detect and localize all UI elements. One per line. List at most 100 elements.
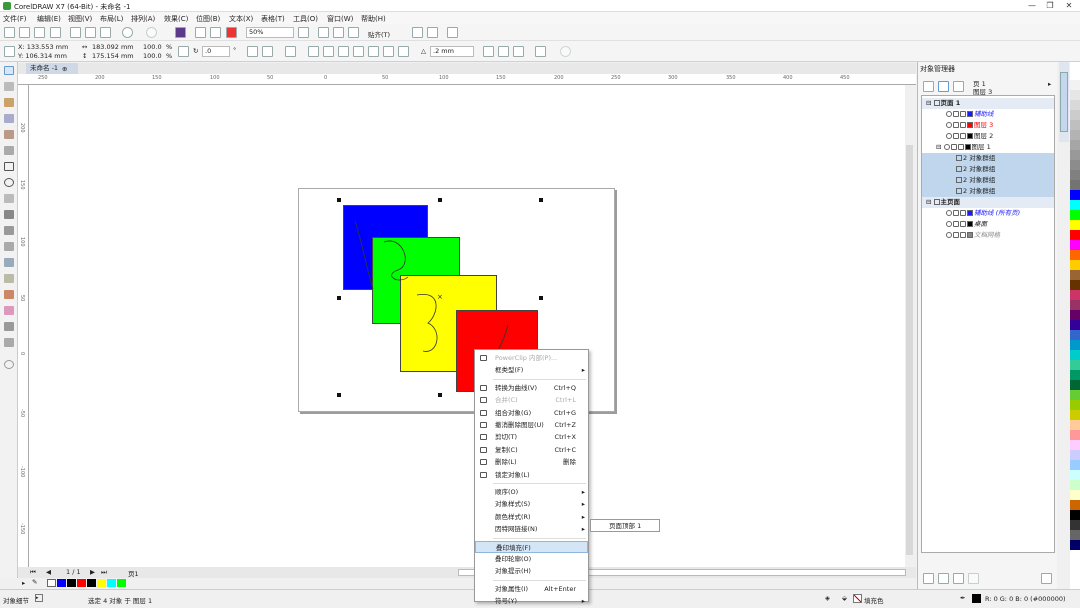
palette-swatch[interactable] [1070,400,1080,410]
tree-layer-row[interactable]: ⊟ 图层 1 [922,142,1054,153]
tree-layer-row[interactable]: 图层 2 [922,131,1054,142]
palette-swatch[interactable] [1070,220,1080,230]
color-eyedropper-tool-icon[interactable] [4,290,14,299]
zoom-level-select[interactable]: 50% [246,27,294,38]
close-button[interactable]: ✕ [1062,1,1076,11]
menu-view[interactable]: 视图(V) [68,14,92,24]
palette-swatch[interactable] [1070,420,1080,430]
selection-handle[interactable] [337,296,341,300]
palette-swatch[interactable] [1070,410,1080,420]
trim-icon[interactable] [383,46,394,57]
add-tab-icon[interactable]: ⊕ [62,65,67,73]
intersect-icon[interactable] [398,46,409,57]
context-menu-item[interactable]: 组合对象(G) Ctrl+G [475,407,588,419]
new-master-layer-all-icon[interactable] [953,573,964,584]
transparency-tool-icon[interactable] [4,274,14,283]
minimize-button[interactable]: — [1025,1,1039,11]
pick-tool-icon[interactable] [4,66,14,75]
expand-icon[interactable]: ⊟ [936,143,944,151]
new-document-icon[interactable] [4,27,15,38]
import-icon[interactable] [195,27,206,38]
print-icon[interactable] [953,221,959,227]
palette-swatch[interactable] [1070,190,1080,200]
eye-icon[interactable] [946,221,952,227]
interactive-fill-tool-icon[interactable] [4,306,14,315]
text-tool-icon[interactable] [4,210,14,219]
eye-icon[interactable] [943,144,950,150]
palette-swatch[interactable] [1070,450,1080,460]
menu-text[interactable]: 文本(X) [229,14,253,24]
menu-effects[interactable]: 效果(C) [164,14,188,24]
eye-icon[interactable] [946,122,952,128]
menu-arrange[interactable]: 排列(A) [131,14,155,24]
palette-arrow-icon[interactable]: ▸ [22,579,25,587]
tree-object-row[interactable]: 2 对象群组 [922,164,1054,175]
palette-swatch[interactable] [1070,210,1080,220]
delete-icon[interactable] [1041,573,1052,584]
restore-button[interactable]: ❐ [1043,1,1057,11]
redo-icon[interactable] [146,27,157,38]
context-menu-item[interactable]: 合并(C) Ctrl+L [475,394,588,406]
next-page-button[interactable]: ▶ [90,568,95,576]
selection-handle[interactable] [337,393,341,397]
width-field[interactable]: 183.092 mm [92,43,134,51]
shape-tool-icon[interactable] [4,82,14,91]
palette-swatch[interactable] [1070,370,1080,380]
ungroup-all-icon[interactable] [338,46,349,57]
print-icon[interactable] [50,27,61,38]
wrap-text-icon[interactable] [535,46,546,57]
convert-to-curves-icon[interactable] [513,46,524,57]
palette-swatch[interactable] [1070,520,1080,530]
new-master-layer-icon[interactable] [938,573,949,584]
lock-ratio-icon[interactable] [178,46,189,57]
menu-bitmaps[interactable]: 位图(B) [196,14,220,24]
group-icon[interactable] [308,46,319,57]
vertical-scrollbar-thumb[interactable] [906,145,913,555]
palette-swatch[interactable] [1070,200,1080,210]
palette-swatch[interactable] [1070,160,1080,170]
palette-swatch[interactable] [1070,280,1080,290]
palette-swatch[interactable] [1070,230,1080,240]
palette-swatch[interactable] [1070,440,1080,450]
to-front-icon[interactable] [483,46,494,57]
app-launcher-icon[interactable] [427,27,438,38]
lock-icon[interactable] [960,210,966,216]
palette-swatch[interactable] [1070,260,1080,270]
palette-swatch[interactable] [1070,340,1080,350]
selection-handle[interactable] [438,393,442,397]
eye-icon[interactable] [946,111,952,117]
context-menu-item[interactable]: 叠印轮廓(O) [475,553,588,565]
outline-pen-tool-icon[interactable] [4,338,14,347]
show-properties-icon[interactable] [923,81,934,92]
palette-swatch[interactable] [1070,170,1080,180]
lock-icon[interactable] [960,122,966,128]
quick-customize-icon[interactable] [560,46,571,57]
options-icon[interactable] [412,27,423,38]
add-tool-icon[interactable] [4,360,14,369]
palette-swatch[interactable] [1070,130,1080,140]
context-menu-item[interactable]: 因特网链接(N) ▸ [475,523,588,535]
expand-icon[interactable]: ⊟ [926,99,934,107]
freehand-tool-icon[interactable] [4,130,14,139]
context-menu-item[interactable]: 复制(C) Ctrl+C [475,444,588,456]
ungroup-icon[interactable] [323,46,334,57]
lock-icon[interactable] [960,111,966,117]
snap-to-dropdown[interactable]: 贴齐(T) [368,29,390,39]
palette-swatch[interactable] [1070,310,1080,320]
rectangle-tool-icon[interactable] [4,162,14,171]
palette-swatch[interactable] [1070,270,1080,280]
palette-swatch[interactable] [1070,490,1080,500]
context-menu-item[interactable]: 框类型(F) ▸ [475,364,588,376]
tree-object-row[interactable]: 2 对象群组 [922,186,1054,197]
paste-icon[interactable] [100,27,111,38]
tab-document[interactable]: 未命名 -1 [26,63,78,74]
menu-file[interactable]: 文件(F) [3,14,27,24]
palette-swatch[interactable] [1070,470,1080,480]
color-swatch[interactable] [77,579,86,587]
submenu-popup[interactable]: 页面顶部 1 [590,519,660,532]
tree-layer-row[interactable]: 辅助线 [922,109,1054,120]
menu-help[interactable]: 帮助(H) [361,14,386,24]
first-page-button[interactable]: ⏮ [30,568,36,577]
palette-swatch[interactable] [1070,510,1080,520]
show-grid-icon[interactable] [333,27,344,38]
